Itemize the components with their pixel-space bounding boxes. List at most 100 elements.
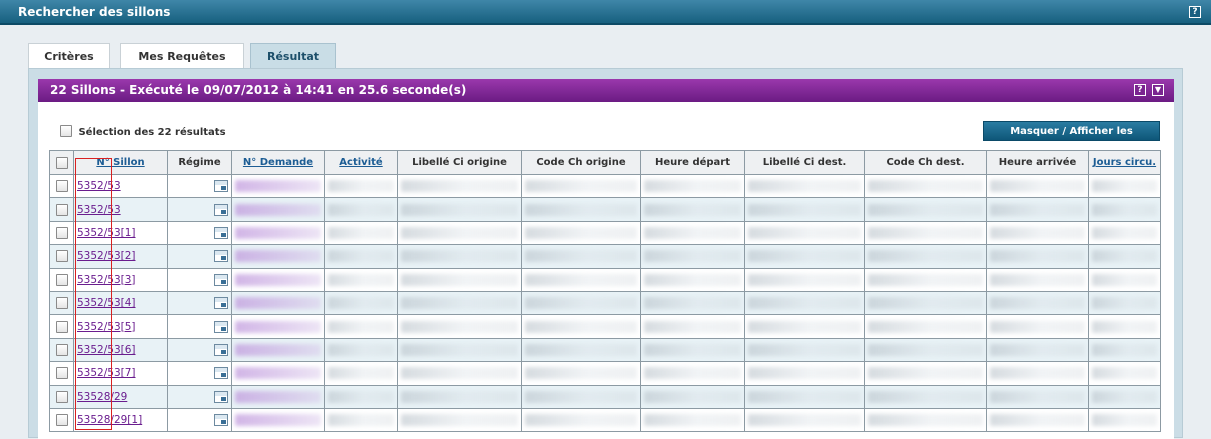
table-row[interactable]: 53528/29 [49, 384, 1161, 409]
redacted-value [1092, 180, 1157, 193]
redacted-value [748, 367, 861, 380]
sillon-link[interactable]: 5352/53[7] [77, 367, 136, 379]
column-header-activite[interactable]: Activité [324, 150, 398, 175]
redacted-cell [640, 314, 745, 339]
sillon-cell: 5352/53[5] [73, 314, 168, 339]
redacted-cell [231, 384, 325, 409]
table-row[interactable]: 5352/53[7] [49, 361, 1161, 386]
redacted-cell [324, 290, 398, 316]
calendar-icon[interactable] [214, 297, 228, 310]
redacted-cell [1088, 407, 1161, 433]
sillon-cell: 5352/53 [73, 173, 168, 199]
redacted-value [401, 320, 518, 333]
redacted-cell [324, 407, 398, 433]
table-row[interactable]: 5352/53 [49, 173, 1161, 199]
header-select-cell [49, 150, 74, 175]
redacted-cell [1088, 197, 1161, 222]
table-row[interactable]: 5352/53[4] [49, 290, 1161, 316]
redacted-cell [864, 384, 987, 409]
redacted-cell [640, 267, 745, 292]
row-checkbox[interactable] [55, 203, 68, 216]
tab-criteres[interactable]: Critères [28, 43, 110, 69]
redacted-value [328, 414, 394, 427]
calendar-icon[interactable] [214, 273, 228, 286]
redacted-cell [986, 314, 1089, 339]
column-header-demande[interactable]: N° Demande [231, 150, 325, 175]
redacted-value [235, 250, 321, 263]
redacted-value [401, 250, 518, 263]
sillon-link[interactable]: 5352/53[1] [77, 227, 136, 239]
redacted-value [1092, 226, 1157, 239]
sillon-cell: 5352/53[1] [73, 220, 168, 246]
calendar-icon[interactable] [214, 414, 228, 427]
row-checkbox[interactable] [55, 343, 68, 356]
redacted-cell [986, 244, 1089, 269]
redacted-value [1092, 414, 1157, 427]
table-row[interactable]: 5352/53[6] [49, 337, 1161, 363]
redacted-cell [864, 314, 987, 339]
redacted-cell [324, 267, 398, 292]
select-page-checkbox[interactable] [55, 156, 68, 169]
column-header-sillon[interactable]: N° Sillon [73, 150, 168, 175]
redacted-cell [324, 220, 398, 246]
select-all-checkbox[interactable] [60, 125, 72, 137]
row-checkbox[interactable] [55, 367, 68, 380]
toggle-columns-button[interactable]: Masquer / Afficher les colonnes [983, 121, 1160, 157]
sillon-link[interactable]: 5352/53[6] [77, 344, 136, 356]
calendar-icon[interactable] [214, 203, 228, 216]
sillon-link[interactable]: 5352/53[2] [77, 250, 136, 262]
row-checkbox[interactable] [55, 390, 68, 403]
row-select-cell [49, 290, 74, 316]
redacted-cell [231, 290, 325, 316]
redacted-cell [744, 361, 865, 386]
table-row[interactable]: 5352/53[2] [49, 244, 1161, 269]
table-row[interactable]: 5352/53[1] [49, 220, 1161, 246]
regime-cell [167, 314, 232, 339]
row-checkbox[interactable] [55, 273, 68, 286]
table-row[interactable]: 5352/53 [49, 197, 1161, 222]
collapse-icon[interactable]: ▼ [1152, 84, 1164, 96]
redacted-cell [640, 361, 745, 386]
calendar-icon[interactable] [214, 343, 228, 356]
table-row[interactable]: 53528/29[1] [49, 407, 1161, 433]
help-icon[interactable]: ? [1134, 84, 1146, 96]
calendar-icon[interactable] [214, 320, 228, 333]
window-title-bar: Rechercher des sillons ? [0, 0, 1211, 25]
row-checkbox[interactable] [55, 226, 68, 239]
redacted-cell [986, 361, 1089, 386]
redacted-value [644, 390, 741, 403]
sillon-link[interactable]: 53528/29[1] [77, 414, 142, 426]
row-checkbox[interactable] [55, 297, 68, 310]
calendar-icon[interactable] [214, 180, 228, 193]
tab-resultat[interactable]: Résultat [250, 43, 336, 69]
sillon-link[interactable]: 5352/53 [77, 180, 121, 192]
sillon-link[interactable]: 5352/53[3] [77, 274, 136, 286]
table-row[interactable]: 5352/53[5] [49, 314, 1161, 339]
redacted-cell [1088, 173, 1161, 199]
calendar-icon[interactable] [214, 250, 228, 263]
row-select-cell [49, 197, 74, 222]
sillon-link[interactable]: 5352/53[5] [77, 321, 136, 333]
redacted-cell [640, 244, 745, 269]
redacted-cell [864, 337, 987, 363]
sillon-link[interactable]: 5352/53 [77, 204, 121, 216]
redacted-value [235, 390, 321, 403]
row-checkbox[interactable] [55, 250, 68, 263]
window-title: Rechercher des sillons [18, 5, 171, 19]
tab-mes-requetes[interactable]: Mes Requêtes [120, 43, 244, 69]
row-checkbox[interactable] [55, 414, 68, 427]
help-icon[interactable]: ? [1189, 6, 1201, 18]
calendar-icon[interactable] [214, 367, 228, 380]
sillon-link[interactable]: 5352/53[4] [77, 297, 136, 309]
row-checkbox[interactable] [55, 320, 68, 333]
row-checkbox[interactable] [55, 180, 68, 193]
redacted-value [525, 203, 637, 216]
table-row[interactable]: 5352/53[3] [49, 267, 1161, 292]
sillon-link[interactable]: 53528/29 [77, 391, 127, 403]
redacted-cell [744, 220, 865, 246]
calendar-icon[interactable] [214, 226, 228, 239]
redacted-value [235, 343, 321, 356]
column-header-jours[interactable]: Jours circu. [1088, 150, 1161, 175]
redacted-cell [640, 220, 745, 246]
calendar-icon[interactable] [214, 390, 228, 403]
